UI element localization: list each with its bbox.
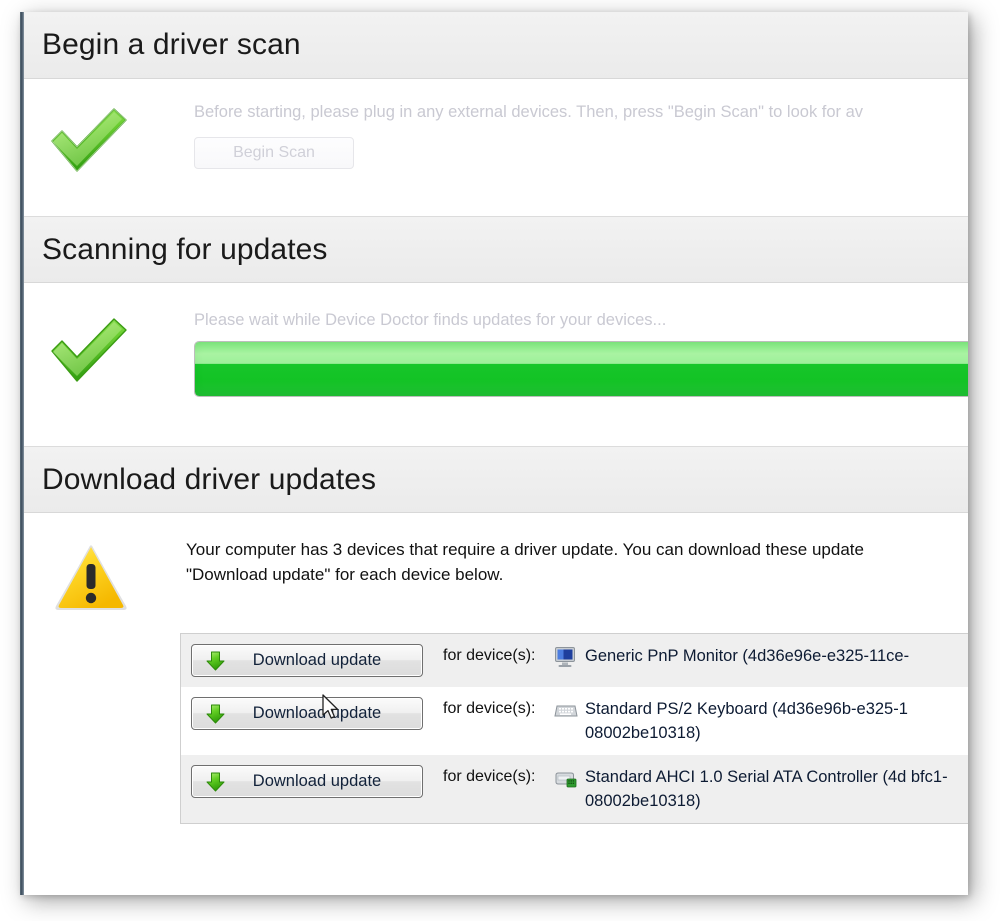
device-name-cell: Standard PS/2 Keyboard (4d36e96b-e325-1 … (554, 697, 968, 745)
section-header-scanning: Scanning for updates (24, 216, 968, 283)
scan-progress-fill (195, 341, 968, 396)
for-device-label: for device(s): (443, 768, 536, 785)
monitor-icon (554, 646, 578, 668)
section-body-begin-scan: Before starting, please plug in any exte… (24, 79, 968, 216)
download-update-button-label: Download update (252, 704, 382, 723)
section-title-scanning: Scanning for updates (42, 232, 328, 266)
download-update-button-label: Download update (252, 772, 382, 791)
table-row: Download update for device(s): (181, 687, 968, 755)
download-arrow-icon (205, 650, 226, 672)
device-update-list: Download update for device(s): Generic P… (180, 633, 968, 824)
section-title-begin-scan: Begin a driver scan (42, 28, 301, 61)
device-name: Generic PnP Monitor (4d36e96e-e325-11ce- (585, 647, 910, 665)
device-name: Standard AHCI 1.0 Serial ATA Controller … (585, 768, 948, 810)
download-description-line-2: "Download update" for each device below. (186, 565, 504, 584)
download-update-button-label: Download update (252, 651, 382, 670)
table-row: Download update for device(s): (181, 634, 968, 687)
for-device-label: for device(s): (443, 647, 536, 664)
device-name-cell: Generic PnP Monitor (4d36e96e-e325-11ce- (554, 644, 968, 668)
section-header-begin-scan: Begin a driver scan (24, 12, 968, 79)
download-description-line-1: Your computer has 3 devices that require… (186, 540, 864, 559)
scanning-description: Please wait while Device Doctor finds up… (194, 311, 667, 329)
device-doctor-window: Begin a driver scan Before starting, ple… (24, 12, 968, 895)
begin-scan-description: Before starting, please plug in any exte… (194, 103, 864, 121)
green-check-icon (42, 101, 134, 185)
green-check-icon (42, 311, 134, 395)
for-device-label: for device(s): (443, 700, 536, 717)
begin-scan-button[interactable]: Begin Scan (194, 136, 354, 169)
device-name-cell: Standard AHCI 1.0 Serial ATA Controller … (554, 765, 968, 813)
device-name: Standard PS/2 Keyboard (4d36e96b-e325-1 … (585, 700, 908, 742)
table-row: Download update for device(s): (181, 755, 968, 823)
section-body-download: Your computer has 3 devices that require… (24, 513, 968, 824)
screenshot-root: Begin a driver scan Before starting, ple… (0, 0, 1000, 921)
storage-controller-icon (554, 767, 578, 789)
download-arrow-icon (205, 703, 226, 725)
keyboard-icon (554, 699, 578, 721)
download-arrow-icon (205, 771, 226, 793)
download-update-button[interactable]: Download update (191, 644, 423, 677)
section-header-download: Download driver updates (24, 446, 968, 513)
section-body-scanning: Please wait while Device Doctor finds up… (24, 283, 968, 446)
download-update-button[interactable]: Download update (191, 697, 423, 730)
warning-triangle-icon (52, 538, 130, 616)
download-update-button[interactable]: Download update (191, 765, 423, 798)
scan-progress-bar (194, 340, 968, 397)
section-title-download: Download driver updates (42, 462, 377, 496)
